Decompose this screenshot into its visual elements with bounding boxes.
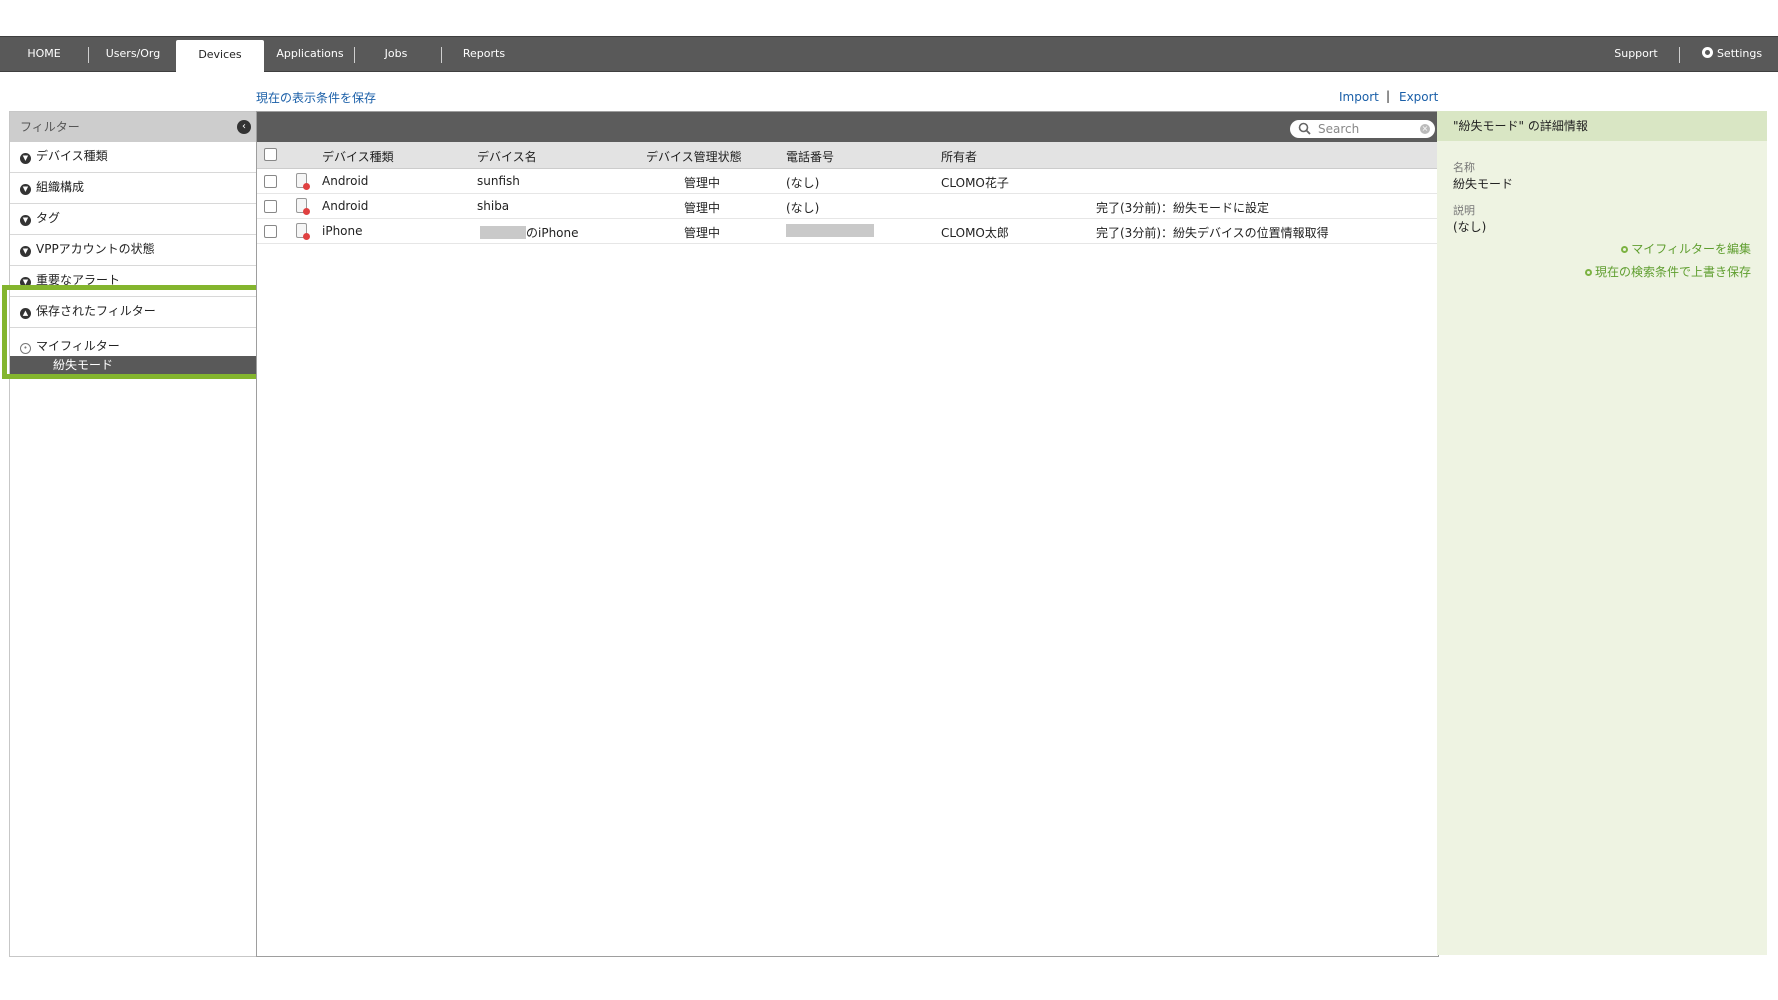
device-table-panel: Search × デバイス種類 デバイス名 デバイス管理状態 電話番号 所有者 … bbox=[256, 111, 1439, 957]
detail-panel-header: "紛失モード" の詳細情報 bbox=[1437, 111, 1767, 141]
radio-icon: • bbox=[20, 343, 31, 354]
tab-applications[interactable]: Applications bbox=[270, 37, 350, 71]
cell-phone: (なし) bbox=[786, 176, 820, 190]
filter-category-label: VPPアカウントの状態 bbox=[36, 242, 155, 256]
filter-panel: フィルター ‹ ▼ デバイス種類 ▼ 組織構成 ▼ タグ ▼ VPPアカウントの状態 ▼… bbox=[9, 111, 258, 957]
column-header[interactable]: デバイス名 bbox=[477, 148, 537, 165]
cell-job: 完了(3分前)：紛失モードに設定 bbox=[1096, 201, 1269, 215]
filter-category-label: タグ bbox=[36, 211, 61, 225]
cell-status: 管理中 bbox=[684, 176, 721, 190]
desc-label: 説明 bbox=[1453, 204, 1475, 217]
nav-separator bbox=[88, 47, 89, 63]
filter-panel-header: フィルター ‹ bbox=[10, 112, 257, 142]
chevron-down-icon: ▼ bbox=[20, 184, 31, 195]
nav-separator bbox=[441, 47, 442, 63]
select-all-checkbox[interactable] bbox=[264, 148, 277, 161]
my-filter-group[interactable]: • マイフィルター bbox=[20, 337, 120, 354]
cell-type: Android bbox=[322, 199, 369, 213]
cell-type: iPhone bbox=[322, 224, 363, 238]
desc-value: (なし) bbox=[1453, 220, 1487, 234]
cell-type: Android bbox=[322, 174, 369, 188]
name-value: 紛失モード bbox=[1453, 177, 1514, 191]
chevron-down-icon: ▼ bbox=[20, 246, 31, 257]
column-header[interactable]: 所有者 bbox=[941, 148, 977, 165]
cell-status: 管理中 bbox=[684, 201, 721, 215]
filter-category-alert[interactable]: ▼ 重要なアラート bbox=[10, 266, 257, 297]
top-nav: HOME Users/Org Devices Applications Jobs… bbox=[0, 36, 1778, 72]
filter-category-org[interactable]: ▼ 組織構成 bbox=[10, 173, 257, 204]
settings-label: Settings bbox=[1716, 47, 1763, 60]
cell-phone bbox=[786, 224, 874, 238]
table-row[interactable]: Android sunfish 管理中 (なし) CLOMO花子 bbox=[257, 169, 1438, 194]
nav-separator bbox=[354, 47, 355, 63]
save-view-link[interactable]: 現在の表示条件を保存 bbox=[256, 89, 376, 106]
cell-name-wrap: のiPhone bbox=[480, 224, 579, 241]
nav-separator bbox=[1679, 47, 1680, 63]
redacted-text bbox=[786, 224, 874, 237]
row-checkbox[interactable] bbox=[264, 225, 277, 238]
import-link[interactable]: Import bbox=[1339, 90, 1379, 104]
cell-job: 完了(3分前)：紛失デバイスの位置情報取得 bbox=[1096, 226, 1329, 240]
filter-category-label: 組織構成 bbox=[36, 180, 85, 194]
device-alert-icon bbox=[296, 173, 310, 190]
chevron-down-icon: ▼ bbox=[20, 215, 31, 226]
filter-category-label: 重要なアラート bbox=[36, 273, 121, 287]
table-header: デバイス種類 デバイス名 デバイス管理状態 電話番号 所有者 bbox=[257, 142, 1438, 169]
table-row[interactable]: iPhone のiPhone 管理中 CLOMO太郎 完了(3分前)：紛失デバイ… bbox=[257, 219, 1438, 244]
cell-owner: CLOMO太郎 bbox=[941, 226, 1009, 240]
overwrite-save-link[interactable]: 現在の検索条件で上書き保存 bbox=[1584, 263, 1751, 280]
cell-name: shiba bbox=[477, 199, 510, 213]
collapse-icon[interactable]: ‹ bbox=[237, 120, 251, 134]
edit-filter-link[interactable]: マイフィルターを編集 bbox=[1621, 240, 1751, 257]
filter-category-label: デバイス種類 bbox=[36, 149, 108, 163]
tab-devices[interactable]: Devices bbox=[176, 40, 264, 72]
gear-icon bbox=[1701, 47, 1713, 58]
table-toolbar: Search × bbox=[257, 112, 1438, 142]
filter-category-device-type[interactable]: ▼ デバイス種類 bbox=[10, 142, 257, 173]
filter-category-saved[interactable]: ▲ 保存されたフィルター bbox=[10, 297, 257, 328]
search-icon bbox=[1298, 122, 1312, 141]
my-filter-label: マイフィルター bbox=[36, 339, 120, 353]
search-placeholder: Search bbox=[1318, 122, 1360, 136]
filter-category-vpp[interactable]: ▼ VPPアカウントの状態 bbox=[10, 235, 257, 266]
settings-link[interactable]: Settings bbox=[1690, 37, 1774, 71]
search-input[interactable]: Search × bbox=[1290, 120, 1435, 138]
chevron-up-icon: ▲ bbox=[20, 308, 31, 319]
filter-category-label: 保存されたフィルター bbox=[36, 304, 156, 318]
cell-status: 管理中 bbox=[684, 226, 721, 240]
column-header[interactable]: デバイス管理状態 bbox=[646, 148, 742, 165]
chevron-down-icon: ▼ bbox=[20, 153, 31, 164]
detail-panel: "紛失モード" の詳細情報 名称 紛失モード 説明 (なし) マイフィルターを編… bbox=[1437, 111, 1767, 955]
cell-name: のiPhone bbox=[526, 226, 579, 240]
name-label: 名称 bbox=[1453, 161, 1475, 174]
link-separator: | bbox=[1386, 89, 1391, 103]
tab-jobs[interactable]: Jobs bbox=[366, 37, 426, 71]
row-checkbox[interactable] bbox=[264, 175, 277, 188]
export-link[interactable]: Export bbox=[1399, 90, 1438, 104]
bullet-icon bbox=[1584, 269, 1592, 276]
saved-filter-item[interactable]: 紛失モード bbox=[10, 356, 257, 374]
bullet-icon bbox=[1621, 246, 1629, 253]
support-link[interactable]: Support bbox=[1600, 37, 1672, 71]
column-header[interactable]: デバイス種類 bbox=[322, 148, 394, 165]
tab-reports[interactable]: Reports bbox=[452, 37, 516, 71]
device-alert-icon bbox=[296, 223, 310, 240]
redacted-text bbox=[480, 226, 526, 239]
cell-phone: (なし) bbox=[786, 201, 820, 215]
tab-users-org[interactable]: Users/Org bbox=[94, 37, 172, 71]
table-row[interactable]: Android shiba 管理中 (なし) 完了(3分前)：紛失モードに設定 bbox=[257, 194, 1438, 219]
filter-panel-title: フィルター bbox=[20, 120, 80, 134]
filter-category-tag[interactable]: ▼ タグ bbox=[10, 204, 257, 235]
clear-icon[interactable]: × bbox=[1420, 124, 1430, 134]
device-alert-icon bbox=[296, 198, 310, 215]
column-header[interactable]: 電話番号 bbox=[786, 148, 834, 165]
cell-name: sunfish bbox=[477, 174, 520, 188]
chevron-down-icon: ▼ bbox=[20, 277, 31, 288]
row-checkbox[interactable] bbox=[264, 200, 277, 213]
cell-owner: CLOMO花子 bbox=[941, 176, 1009, 190]
tab-home[interactable]: HOME bbox=[14, 37, 74, 71]
